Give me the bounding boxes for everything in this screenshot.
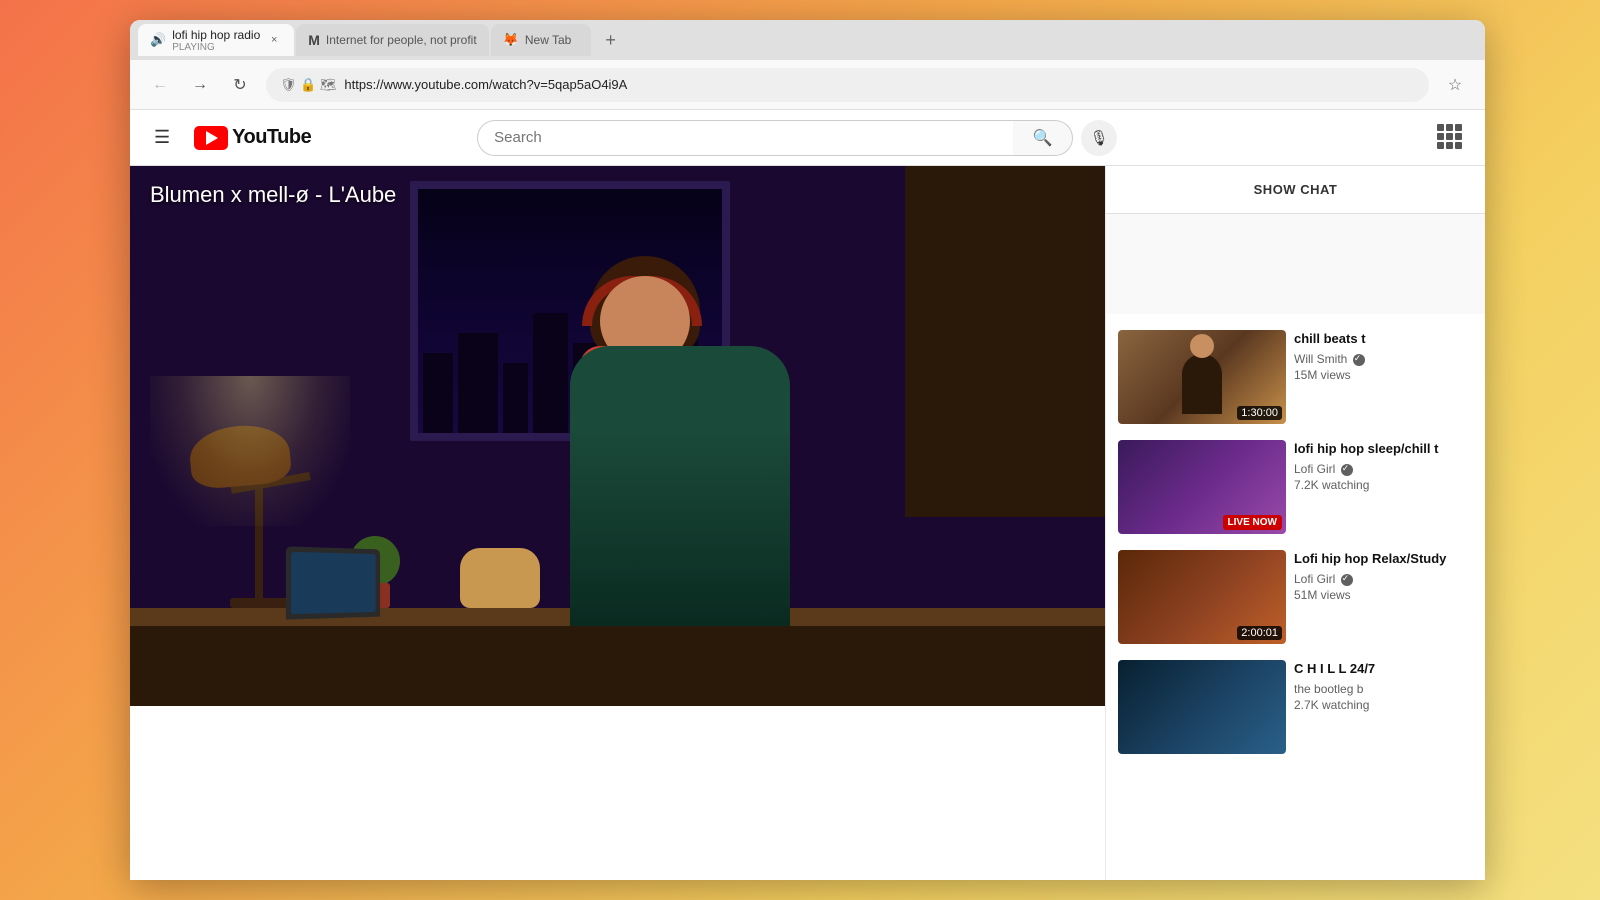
security-icons: 🛡 🔒 🗺 (280, 77, 336, 93)
lamp-base (230, 598, 290, 608)
rec-thumb-1: 1:30:00 (1118, 330, 1286, 424)
rec-channel-1: Will Smith (1294, 352, 1473, 366)
verified-icon-3 (1341, 574, 1353, 586)
rec-video-4[interactable]: C H I L L 24/7 the bootleg b 2.7K watchi… (1114, 652, 1477, 762)
girl-body (570, 346, 790, 626)
building-3 (503, 363, 528, 433)
tab-mozilla-title: Internet for people, not profit (326, 33, 477, 47)
tab-lofi-subtitle: PLAYING (172, 42, 260, 53)
yt-mic-button[interactable]: 🎙 (1081, 120, 1117, 156)
tab-close-button[interactable]: × (266, 32, 282, 48)
tab-mozilla-icon: M (308, 32, 320, 48)
yt-search-input[interactable] (477, 120, 1013, 156)
yt-play-triangle (206, 131, 218, 145)
video-title-overlay: Blumen x mell-ø - L'Aube (150, 182, 396, 208)
tab-lofi-title: lofi hip hop radio (172, 28, 260, 42)
bookmark-button[interactable]: ☆ (1441, 71, 1469, 99)
rec-title-4: C H I L L 24/7 (1294, 660, 1473, 678)
lamp-shade (188, 422, 293, 490)
yt-logo-icon (194, 126, 228, 150)
url-input[interactable] (344, 77, 1415, 92)
tab-newtab[interactable]: 🦊 New Tab (491, 24, 591, 56)
yt-sidebar: SHOW CHAT 1:30:00 (1105, 166, 1485, 880)
yt-search-container: 🔍 🎙 (477, 120, 1117, 156)
show-chat-label: SHOW CHAT (1254, 182, 1338, 197)
rec-meta-2: 7.2K watching (1294, 478, 1473, 492)
yt-watch-area: Blumen x mell-ø - L'Aube (130, 166, 1485, 880)
rec-channel-2: Lofi Girl (1294, 462, 1473, 476)
verified-icon-1 (1353, 354, 1365, 366)
rec-thumb-2: LIVE NOW (1118, 440, 1286, 534)
building-1 (423, 353, 453, 433)
video-player[interactable]: Blumen x mell-ø - L'Aube (130, 166, 1105, 706)
yt-logo[interactable]: YouTube (194, 126, 311, 150)
bookshelf (905, 166, 1105, 517)
back-button[interactable]: ← (146, 71, 174, 99)
rec-video-2[interactable]: LIVE NOW lofi hip hop sleep/chill t Lofi… (1114, 432, 1477, 542)
rec-video-1[interactable]: 1:30:00 chill beats t Will Smith 15M vie… (1114, 322, 1477, 432)
rec-channel-4: the bootleg b (1294, 682, 1473, 696)
new-tab-button[interactable]: + (597, 26, 625, 54)
live-badge-2: LIVE NOW (1223, 515, 1282, 530)
browser-window: 🔊 lofi hip hop radio PLAYING × M Interne… (130, 20, 1485, 880)
tab-mozilla[interactable]: M Internet for people, not profit (296, 24, 488, 56)
rec-info-2: lofi hip hop sleep/chill t Lofi Girl 7.2… (1294, 440, 1473, 534)
laptop-screen (291, 552, 376, 614)
video-canvas: Blumen x mell-ø - L'Aube (130, 166, 1105, 706)
lamp-pole (255, 478, 263, 598)
rec-meta-3: 51M views (1294, 588, 1473, 602)
desk-laptop (286, 546, 380, 619)
tab-newtab-title: New Tab (525, 33, 579, 47)
rec-meta-4: 2.7K watching (1294, 698, 1473, 712)
show-chat-bar[interactable]: SHOW CHAT (1106, 166, 1485, 214)
yt-search-button[interactable]: 🔍 (1013, 120, 1073, 156)
rec-duration-1: 1:30:00 (1237, 406, 1282, 420)
chat-placeholder (1106, 214, 1485, 314)
yt-logo-text: YouTube (232, 126, 311, 149)
rec-title-1: chill beats t (1294, 330, 1473, 348)
rec-thumb-4 (1118, 660, 1286, 754)
rec-title-3: Lofi hip hop Relax/Study (1294, 550, 1473, 568)
desk-cat (460, 548, 540, 608)
yt-apps-button[interactable] (1433, 120, 1469, 156)
yt-header-right (1433, 120, 1469, 156)
verified-icon-2 (1341, 464, 1353, 476)
youtube-page: ☰ YouTube 🔍 🎙 (130, 110, 1485, 880)
reload-button[interactable]: ↻ (226, 71, 254, 99)
recommended-list: 1:30:00 chill beats t Will Smith 15M vie… (1106, 314, 1485, 770)
tab-lofi[interactable]: 🔊 lofi hip hop radio PLAYING × (138, 24, 294, 56)
room-floor (130, 626, 1105, 706)
thumb-person-1 (1182, 354, 1222, 414)
thumb-person-head-1 (1190, 334, 1214, 358)
tab-bar: 🔊 lofi hip hop radio PLAYING × M Interne… (130, 20, 1485, 60)
yt-menu-button[interactable]: ☰ (146, 119, 178, 156)
tab-firefox-icon: 🦊 (503, 32, 519, 48)
rec-thumb-3: 2:00:01 (1118, 550, 1286, 644)
youtube-header: ☰ YouTube 🔍 🎙 (130, 110, 1485, 166)
rec-info-4: C H I L L 24/7 the bootleg b 2.7K watchi… (1294, 660, 1473, 754)
rec-title-2: lofi hip hop sleep/chill t (1294, 440, 1473, 458)
yt-player-section: Blumen x mell-ø - L'Aube (130, 166, 1105, 880)
rec-channel-3: Lofi Girl (1294, 572, 1473, 586)
building-2 (458, 333, 498, 433)
rec-video-3[interactable]: 2:00:01 Lofi hip hop Relax/Study Lofi Gi… (1114, 542, 1477, 652)
rec-duration-3: 2:00:01 (1237, 626, 1282, 640)
rec-meta-1: 15M views (1294, 368, 1473, 382)
rec-info-3: Lofi hip hop Relax/Study Lofi Girl 51M v… (1294, 550, 1473, 644)
tab-audio-icon: 🔊 (150, 32, 166, 48)
building-4 (533, 313, 568, 433)
url-bar[interactable]: 🛡 🔒 🗺 (266, 68, 1429, 102)
forward-button[interactable]: → (186, 71, 214, 99)
rec-info-1: chill beats t Will Smith 15M views (1294, 330, 1473, 424)
address-bar: ← → ↻ 🛡 🔒 🗺 ☆ (130, 60, 1485, 110)
